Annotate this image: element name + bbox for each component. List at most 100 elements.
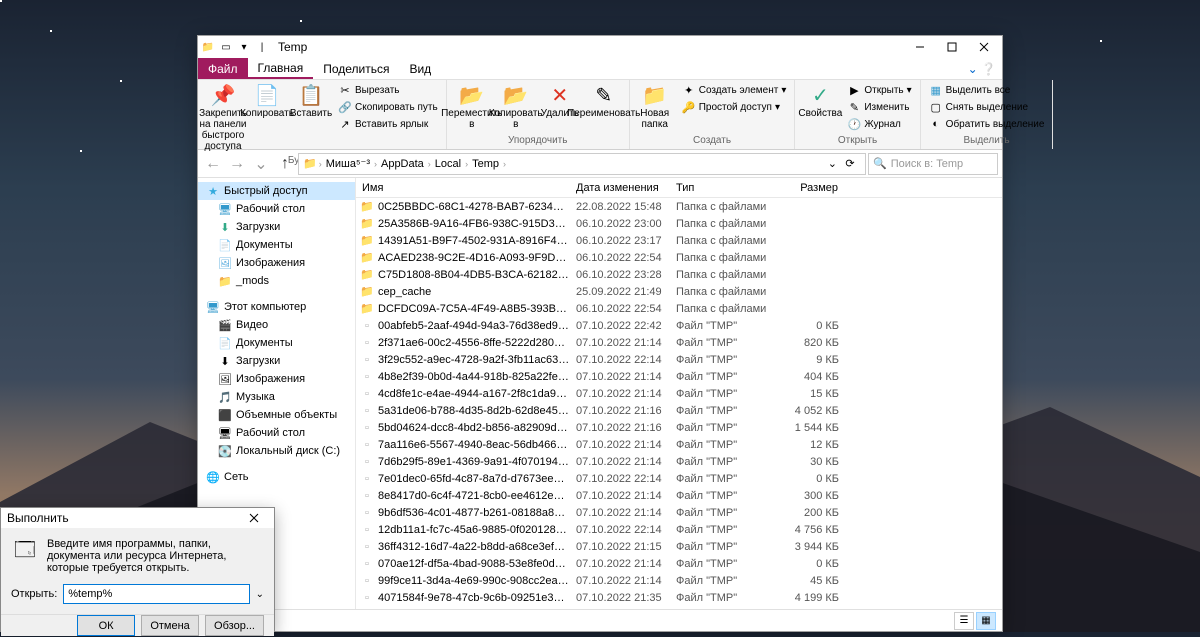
nav-pictures[interactable]: 🖼Изображения: [198, 254, 355, 272]
breadcrumb-item[interactable]: Temp: [470, 158, 501, 170]
minimize-button[interactable]: [904, 36, 936, 58]
file-row[interactable]: ▫4b8e2f39-0b0d-4a44-918b-825a22fe9de...0…: [356, 368, 1002, 385]
forward-button[interactable]: →: [226, 153, 248, 175]
nav-this-pc[interactable]: 🖥Этот компьютер: [198, 298, 355, 316]
back-button[interactable]: ←: [202, 153, 224, 175]
paste-button[interactable]: 📋Вставить: [290, 82, 332, 121]
rename-button[interactable]: ✎Переименовать: [583, 82, 625, 121]
view-icons-button[interactable]: ▦: [976, 612, 996, 630]
file-row[interactable]: ▫5a31de06-b788-4d35-8d2b-62d8e45ac9e...0…: [356, 402, 1002, 419]
search-input[interactable]: 🔍 Поиск в: Temp: [868, 153, 998, 175]
col-type[interactable]: Тип: [670, 182, 785, 194]
file-row[interactable]: 📁14391A51-B9F7-4502-931A-8916F4F82CA2106…: [356, 232, 1002, 249]
file-row[interactable]: ▫070ae12f-df5a-4bad-9088-53e8fe0d64b8...…: [356, 555, 1002, 572]
file-list[interactable]: Имя Дата изменения Тип Размер 📁0C25BBDC-…: [356, 178, 1002, 609]
nav-quick-access[interactable]: ★Быстрый доступ: [198, 182, 355, 200]
view-details-button[interactable]: ☰: [954, 612, 974, 630]
cut-button[interactable]: ✂Вырезать: [334, 82, 442, 98]
file-row[interactable]: ▫9b6df536-4c01-4877-b261-08188a8dc431...…: [356, 504, 1002, 521]
nav-3d[interactable]: ⬛Объемные объекты: [198, 406, 355, 424]
new-item-button[interactable]: ✦Создать элемент ▾: [678, 82, 791, 98]
file-row[interactable]: ▫00abfeb5-2aaf-494d-94a3-76d38ed930c2...…: [356, 317, 1002, 334]
help-button[interactable]: ⌄ ❔: [968, 58, 996, 79]
file-row[interactable]: ▫7e01dec0-65fd-4c87-8a7d-d7673ee8853c...…: [356, 470, 1002, 487]
nav-pictures2[interactable]: 🖼Изображения: [198, 370, 355, 388]
file-row[interactable]: 📁DCFDC09A-7C5A-4F49-A8B5-393B0694...06.1…: [356, 300, 1002, 317]
menu-share[interactable]: Поделиться: [313, 58, 399, 79]
breadcrumb-item[interactable]: AppData: [379, 158, 426, 170]
file-row[interactable]: ▫2f371ae6-00c2-4556-8ffe-5222d280ede2.t.…: [356, 334, 1002, 351]
history-button[interactable]: 🕐Журнал: [843, 116, 915, 132]
file-row[interactable]: ▫7aa116e6-5567-4940-8eac-56db46694489...…: [356, 436, 1002, 453]
file-name: 4cd8fe1c-e4ae-4944-a167-2f8c1da9ab3a...: [378, 388, 570, 400]
move-button[interactable]: 📂Переместить в: [451, 82, 493, 132]
nav-documents[interactable]: 📄Документы: [198, 236, 355, 254]
run-cancel-button[interactable]: Отмена: [141, 615, 199, 636]
new-item-icon: ✦: [682, 83, 696, 97]
run-input[interactable]: [63, 584, 249, 604]
recent-button[interactable]: ⌄: [250, 153, 272, 175]
file-row[interactable]: ▫36ff4312-16d7-4a22-b8dd-a68ce3ef8569...…: [356, 538, 1002, 555]
paste-link-button[interactable]: ↗Вставить ярлык: [334, 116, 442, 132]
qat-properties-icon[interactable]: ▭: [218, 39, 234, 55]
easy-access-button[interactable]: 🔑Простой доступ ▾: [678, 99, 791, 115]
file-row[interactable]: ▫4071584f-9e78-47cb-9c6b-09251e30c7c7...…: [356, 589, 1002, 606]
menu-file[interactable]: Файл: [198, 58, 248, 79]
file-row[interactable]: 📁0C25BBDC-68C1-4278-BAB7-6234A43ED...22.…: [356, 198, 1002, 215]
nav-desktop2[interactable]: 🖥Рабочий стол: [198, 424, 355, 442]
file-row[interactable]: ▫99f9ce11-3d4a-4e69-990c-908cc2ea7173...…: [356, 572, 1002, 589]
copy-to-button[interactable]: 📂Копировать в: [495, 82, 537, 132]
file-row[interactable]: 📁25A3586B-9A16-4FB6-938C-915D32C41C1206.…: [356, 215, 1002, 232]
close-button[interactable]: [968, 36, 1000, 58]
breadcrumb[interactable]: 📁 › Миша⁵⁻³› AppData› Local› Temp› ⌄ ⟳: [298, 153, 866, 175]
copy-button[interactable]: 📄Копировать: [246, 82, 288, 121]
copy-path-button[interactable]: 🔗Скопировать путь: [334, 99, 442, 115]
nav-local-disk[interactable]: 💽Локальный диск (C:): [198, 442, 355, 460]
run-ok-button[interactable]: ОК: [77, 615, 135, 636]
breadcrumb-dropdown[interactable]: ⌄: [828, 157, 837, 170]
nav-music[interactable]: 🎵Музыка: [198, 388, 355, 406]
select-none-button[interactable]: ▢Снять выделение: [925, 99, 1049, 115]
nav-videos[interactable]: 🎬Видео: [198, 316, 355, 334]
file-row[interactable]: ▫7d6b29f5-89e1-4369-9a91-4f070194a042.t.…: [356, 453, 1002, 470]
pin-button[interactable]: 📌Закрепить на панели быстрого доступа: [202, 82, 244, 154]
nav-documents2[interactable]: 📄Документы: [198, 334, 355, 352]
file-row[interactable]: 📁ACAED238-9C2E-4D16-A093-9F9D0F30A...06.…: [356, 249, 1002, 266]
breadcrumb-item[interactable]: Миша⁵⁻³: [324, 157, 372, 170]
cut-icon: ✂: [338, 83, 352, 97]
breadcrumb-item[interactable]: Local: [433, 158, 463, 170]
qat-dropdown-icon[interactable]: ▾: [236, 39, 252, 55]
open-button[interactable]: ▶Открыть ▾: [843, 82, 915, 98]
file-row[interactable]: 📁cep_cache25.09.2022 21:49Папка с файлам…: [356, 283, 1002, 300]
col-date[interactable]: Дата изменения: [570, 182, 670, 194]
run-dropdown[interactable]: ⌄: [256, 589, 264, 600]
titlebar[interactable]: 📁 ▭ ▾ | Temp: [198, 36, 1002, 58]
file-row[interactable]: ▫8e8417d0-6c4f-4721-8cb0-ee4612e9e4aa...…: [356, 487, 1002, 504]
run-close-button[interactable]: [240, 508, 268, 528]
nav-downloads[interactable]: ⬇Загрузки: [198, 218, 355, 236]
menu-home[interactable]: Главная: [248, 58, 314, 79]
file-row[interactable]: ▫12db11a1-fc7c-45a6-9885-0f02012831a6.t.…: [356, 521, 1002, 538]
run-browse-button[interactable]: Обзор...: [205, 615, 264, 636]
nav-mods[interactable]: 📁_mods: [198, 272, 355, 290]
edit-button[interactable]: ✎Изменить: [843, 99, 915, 115]
maximize-button[interactable]: [936, 36, 968, 58]
menu-view[interactable]: Вид: [399, 58, 441, 79]
select-all-button[interactable]: ▦Выделить все: [925, 82, 1049, 98]
file-row[interactable]: ▫4cd8fe1c-e4ae-4944-a167-2f8c1da9ab3a...…: [356, 385, 1002, 402]
nav-desktop[interactable]: 🖥Рабочий стол: [198, 200, 355, 218]
file-row[interactable]: ▫5bd04624-dcc8-4bd2-b856-a82909d4290...0…: [356, 419, 1002, 436]
new-folder-button[interactable]: 📁Новая папка: [634, 82, 676, 132]
file-name: 070ae12f-df5a-4bad-9088-53e8fe0d64b8...: [378, 558, 570, 570]
col-name[interactable]: Имя: [356, 182, 570, 194]
properties-button[interactable]: ✓Свойства: [799, 82, 841, 121]
file-row[interactable]: ▫3f29c552-a9ec-4728-9a2f-3fb11ac638b6.t.…: [356, 351, 1002, 368]
up-button[interactable]: ↑: [274, 153, 296, 175]
file-row[interactable]: 📁C75D1808-8B04-4DB5-B3CA-62182742C...06.…: [356, 266, 1002, 283]
col-size[interactable]: Размер: [785, 182, 845, 194]
nav-downloads2[interactable]: ⬇Загрузки: [198, 352, 355, 370]
invert-button[interactable]: ◐Обратить выделение: [925, 116, 1049, 132]
refresh-button[interactable]: ⟳: [839, 157, 861, 170]
nav-network[interactable]: 🌐Сеть: [198, 468, 355, 486]
run-titlebar[interactable]: Выполнить: [1, 508, 274, 528]
